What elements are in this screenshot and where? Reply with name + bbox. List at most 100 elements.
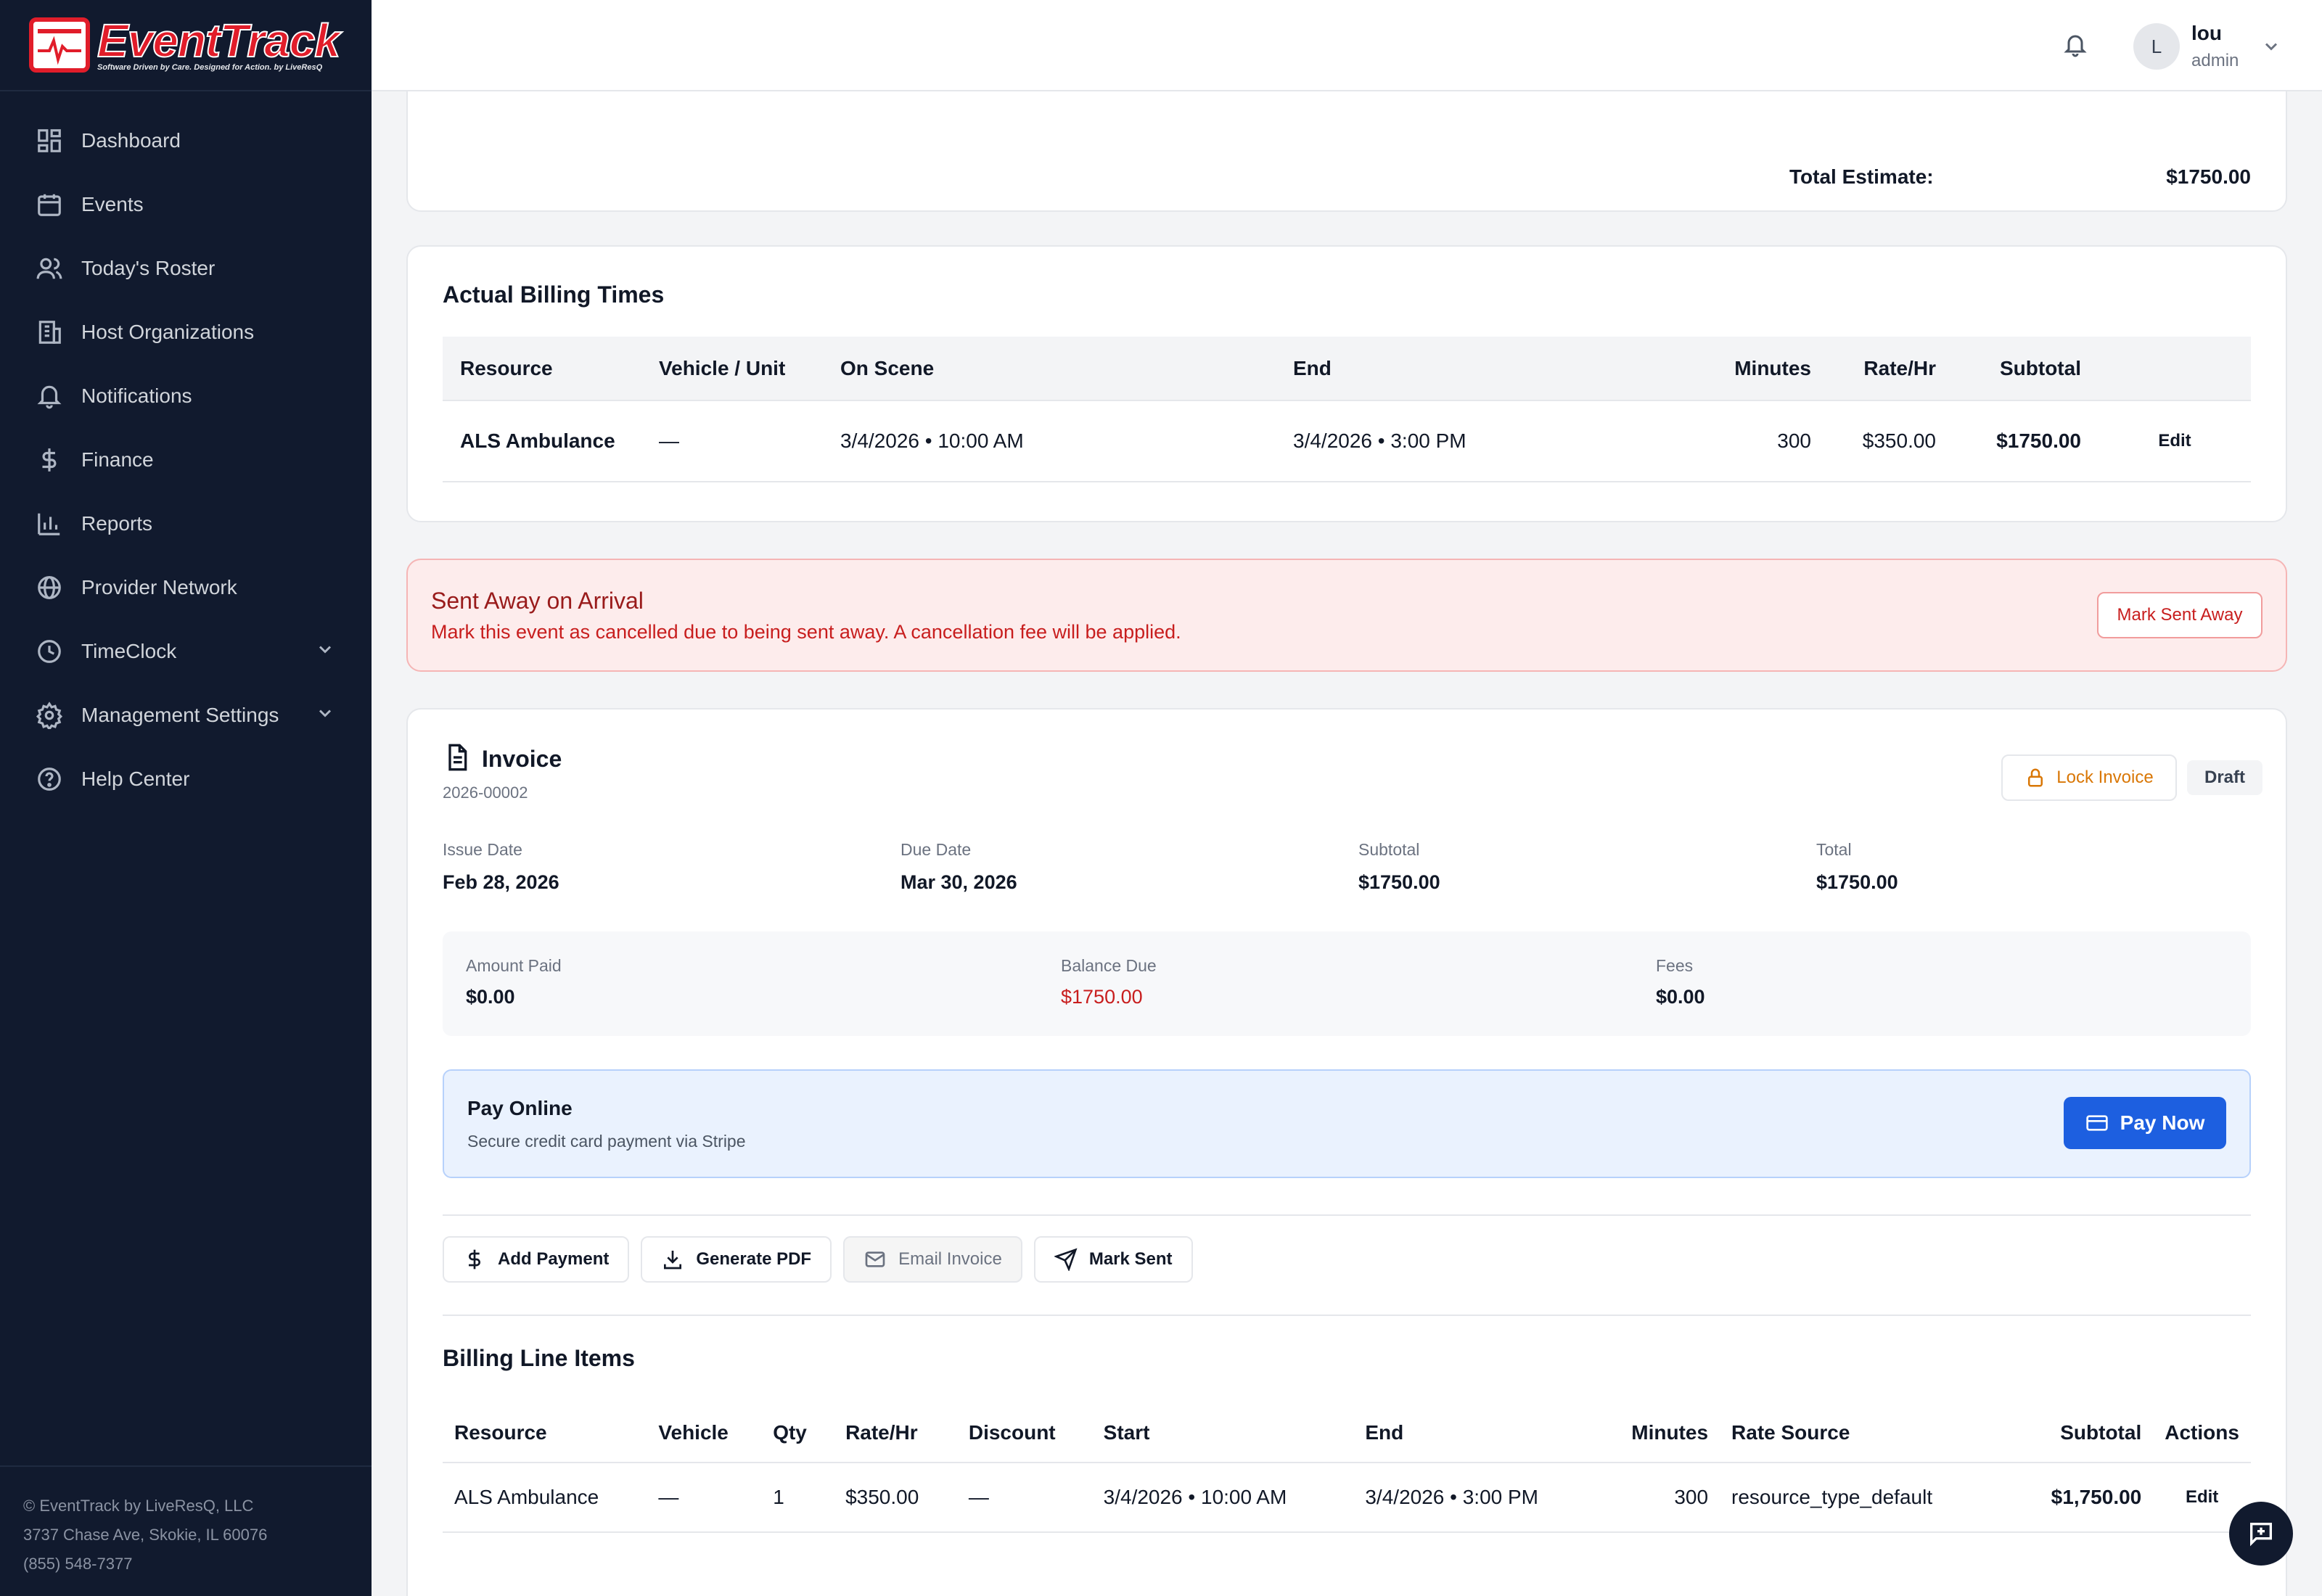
cell-vehicle: — (647, 1462, 762, 1533)
amount-paid-value: $0.00 (466, 986, 515, 1008)
cell-start: 3/4/2026 • 10:00 AM (1091, 1462, 1354, 1533)
column-header (2099, 337, 2251, 400)
section-title: Actual Billing Times (443, 281, 665, 308)
sidebar-item-label: Host Organizations (81, 321, 255, 343)
sidebar-item-provider-network[interactable]: Provider Network (0, 556, 372, 620)
brand-name: EventTrack (97, 15, 341, 67)
subtotal-label: Subtotal (1358, 840, 1420, 859)
column-header: Discount (968, 1420, 1056, 1444)
column-header: Rate Source (1731, 1420, 1850, 1444)
chat-icon (2250, 1523, 2272, 1547)
email-invoice-button[interactable]: Email Invoice (843, 1236, 1022, 1283)
pay-online-panel: Pay Online Secure credit card payment vi… (443, 1069, 2251, 1178)
issue-date: Issue Date Feb 28, 2026 (443, 840, 559, 894)
issue-date-value: Feb 28, 2026 (443, 871, 559, 893)
column-header: Subtotal (2060, 1420, 2142, 1444)
actual-billing-table: Resource Vehicle / Unit On Scene End Min… (443, 337, 2251, 482)
total: Total $1750.00 (1816, 840, 1898, 894)
total-estimate-value: $1750.00 (2166, 165, 2251, 188)
sidebar-item-label: Reports (81, 512, 153, 535)
dashboard-icon (35, 126, 64, 155)
notifications-bell-icon[interactable] (2062, 32, 2091, 61)
issue-date-label: Issue Date (443, 840, 522, 859)
invoice-title: Invoice (482, 746, 562, 772)
footer-address: 3737 Chase Ave, Skokie, IL 60076 (23, 1526, 268, 1544)
due-date-label: Due Date (901, 840, 972, 859)
sidebar-item-todays-roster[interactable]: Today's Roster (0, 236, 372, 300)
balance-due: Balance Due $1750.00 (1061, 956, 1157, 1008)
edit-button[interactable]: Edit (2099, 400, 2251, 482)
footer-phone: (855) 548-7377 (23, 1555, 133, 1573)
sidebar-item-reports[interactable]: Reports (0, 492, 372, 556)
sidebar: EventTrack Software Driven by Care. Desi… (0, 0, 372, 1596)
sidebar-item-label: TimeClock (81, 640, 177, 662)
sidebar-item-finance[interactable]: Finance (0, 428, 372, 492)
chevron-down-icon[interactable] (315, 639, 335, 665)
column-header: Vehicle (658, 1420, 729, 1444)
sidebar-item-events[interactable]: Events (0, 173, 372, 236)
sidebar-item-label: Today's Roster (81, 257, 216, 279)
dollar-icon (469, 1249, 480, 1270)
clock-icon (35, 637, 64, 666)
chat-button[interactable] (2229, 1502, 2293, 1566)
column-header: Rate/Hr (845, 1420, 918, 1444)
lock-icon (2028, 768, 2043, 787)
cell-end: 3/4/2026 • 3:00 PM (1353, 1462, 1615, 1533)
column-header: Subtotal (2000, 356, 2081, 379)
section-title: Billing Line Items (443, 1345, 635, 1371)
billing-line-items-table: Resource Vehicle Qty Rate/Hr Discount St… (443, 1403, 2251, 1533)
chevron-down-icon[interactable] (315, 703, 335, 728)
bell-icon (35, 382, 64, 411)
sidebar-item-management-settings[interactable]: Management Settings (0, 683, 372, 747)
table-row: ALS Ambulance — 1 $350.00 — 3/4/2026 • 1… (443, 1462, 2251, 1533)
chevron-down-icon[interactable] (2261, 36, 2281, 60)
cell-resource: ALS Ambulance (443, 1462, 647, 1533)
fees-value: $0.00 (1656, 986, 1705, 1008)
due-date-value: Mar 30, 2026 (901, 871, 1017, 893)
user-role: admin (2191, 51, 2239, 70)
total-value: $1750.00 (1816, 871, 1898, 893)
add-payment-label: Add Payment (498, 1249, 610, 1269)
user-name[interactable]: lou (2191, 22, 2222, 45)
sidebar-item-notifications[interactable]: Notifications (0, 364, 372, 428)
column-header: Minutes (1734, 356, 1811, 379)
column-header: Rate/Hr (1863, 356, 1936, 379)
sidebar-item-timeclock[interactable]: TimeClock (0, 620, 372, 683)
sidebar-item-label: Help Center (81, 768, 190, 790)
cell-discount: — (956, 1462, 1092, 1533)
divider (443, 1214, 2251, 1216)
generate-pdf-button[interactable]: Generate PDF (641, 1236, 832, 1283)
avatar[interactable]: L (2133, 23, 2180, 70)
users-icon (35, 254, 64, 283)
cell-subtotal: $1750.00 (1953, 400, 2099, 482)
cell-minutes: 300 (1638, 400, 1829, 482)
sidebar-item-label: Events (81, 193, 144, 215)
cell-resource: ALS Ambulance (443, 400, 641, 482)
sent-away-alert: Sent Away on Arrival Mark this event as … (406, 559, 2287, 672)
cell-rate: $350.00 (1829, 400, 1953, 482)
globe-icon (35, 573, 64, 602)
top-bar: L lou admin (372, 0, 2322, 91)
sidebar-item-dashboard[interactable]: Dashboard (0, 109, 372, 173)
total-estimate-label: Total Estimate: (1789, 165, 1934, 188)
main-content: Total Estimate: $1750.00 Actual Billing … (372, 91, 2322, 1596)
logo[interactable]: EventTrack Software Driven by Care. Desi… (0, 0, 372, 91)
total-label: Total (1816, 840, 1852, 859)
sidebar-item-label: Notifications (81, 384, 192, 407)
amount-paid-label: Amount Paid (466, 956, 562, 975)
sidebar-item-help-center[interactable]: Help Center (0, 747, 372, 811)
mark-sent-away-button[interactable]: Mark Sent Away (2097, 592, 2262, 638)
cell-subtotal: $1,750.00 (1995, 1462, 2154, 1533)
cell-on-scene: 3/4/2026 • 10:00 AM (823, 400, 1276, 482)
column-header: Actions (2165, 1420, 2239, 1444)
sidebar-item-host-organizations[interactable]: Host Organizations (0, 300, 372, 364)
pay-now-button[interactable]: Pay Now (2064, 1097, 2226, 1149)
column-header: Start (1103, 1420, 1150, 1444)
calendar-pulse-logo-icon (29, 17, 90, 73)
alert-title: Sent Away on Arrival (431, 588, 644, 614)
bar-chart-icon (35, 509, 64, 538)
add-payment-button[interactable]: Add Payment (443, 1236, 630, 1283)
table-row: ALS Ambulance — 3/4/2026 • 10:00 AM 3/4/… (443, 400, 2251, 482)
mark-sent-button[interactable]: Mark Sent (1033, 1236, 1193, 1283)
lock-invoice-button[interactable]: Lock Invoice (2001, 754, 2177, 801)
